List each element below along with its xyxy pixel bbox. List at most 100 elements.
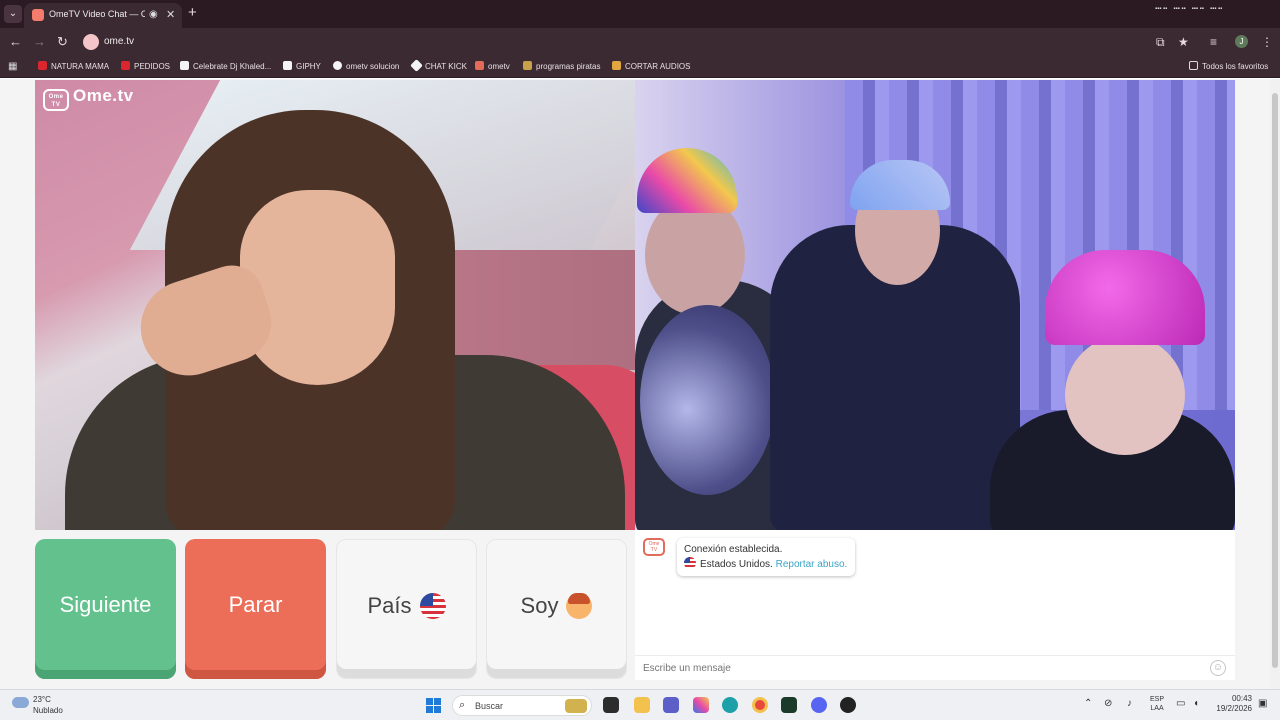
page-scrollbar[interactable] (1270, 79, 1280, 689)
bookmark-star-icon[interactable]: ★ (1178, 35, 1189, 49)
tab-close-icon[interactable]: ✕ (166, 8, 175, 21)
bookmark-item[interactable]: ometv solucion (333, 61, 399, 71)
temperature: 23°C (33, 695, 51, 704)
scrollbar-thumb[interactable] (1272, 93, 1278, 668)
party-hat (1045, 250, 1205, 345)
ometv-favicon-icon (32, 9, 44, 21)
taskbar: 23°C Nublado ⌕ Buscar ⌃ ⊘ ♪ ESP LAA ▭ ◖ … (0, 689, 1280, 720)
fps-stat-icon: ▪▪▪ ▪▪ (1155, 6, 1168, 12)
search-label: Buscar (475, 701, 504, 711)
gpu-stat-icon: ▪▪▪ ▪▪ (1173, 6, 1186, 12)
ometv-chat-icon: Ome TV (643, 538, 665, 556)
message-bar: ☺ (635, 655, 1235, 680)
bookmark-item[interactable]: PEDIDOS (121, 61, 170, 71)
taskbar-search[interactable]: ⌕ Buscar (452, 695, 592, 716)
kick-icon (410, 59, 423, 72)
ometv-icon (475, 61, 484, 70)
reading-list-icon[interactable]: ≡ (1210, 35, 1217, 49)
back-arrow-icon[interactable]: ← (9, 34, 22, 49)
profile-avatar[interactable]: J (1235, 35, 1248, 48)
apps-grid-icon[interactable]: ▦ (8, 61, 17, 72)
media-playing-icon[interactable]: ◉ (149, 9, 158, 20)
country-button-label: País (367, 593, 412, 618)
emoji-icon[interactable]: ☺ (1210, 660, 1226, 676)
country-line: Estados Unidos. Reportar abuso. (684, 557, 848, 572)
message-input[interactable] (643, 660, 1183, 676)
bookmark-item[interactable]: GIPHY (283, 61, 321, 71)
language-indicator[interactable]: ESP LAA (1150, 695, 1164, 713)
overlay-stats: ▪▪▪ ▪▪ ▪▪▪ ▪▪ ▪▪▪ ▪▪ ▪▪▪ ▪▪ (1155, 6, 1228, 12)
bookmark-item[interactable]: programas piratas (523, 61, 600, 71)
notification-icon[interactable]: ▣ (1258, 698, 1267, 709)
bookmark-item[interactable]: NATURA MAMA (38, 61, 109, 71)
forward-arrow-icon[interactable]: → (33, 34, 46, 49)
person-face (645, 195, 745, 315)
cpu-stat-icon: ▪▪▪ ▪▪ (1191, 6, 1204, 12)
gender-select-button[interactable]: Soy (486, 539, 627, 679)
menu-kebab-icon[interactable]: ⋮ (1261, 35, 1273, 49)
search-highlight-icon (565, 699, 587, 713)
edge-icon[interactable] (722, 697, 738, 713)
address-bar[interactable]: ome.tv (80, 31, 1140, 53)
cloud-icon[interactable] (12, 697, 29, 708)
clock[interactable]: 00:43 19/2/2026 (1212, 694, 1252, 714)
app-icon[interactable] (840, 697, 856, 713)
lat-stat-icon: ▪▪▪ ▪▪ (1209, 6, 1223, 12)
stop-button-label: Parar (228, 592, 283, 617)
us-flag-icon (684, 557, 696, 569)
tab-active[interactable]: OmeTV Video Chat — Omegle ◉ ✕ (24, 3, 182, 28)
ometv-logo: Ome TV Ome.tv (43, 86, 134, 111)
monitor-icon[interactable]: ▭ (1176, 698, 1185, 709)
bookmark-favicon-icon (121, 61, 130, 70)
connection-message: Conexión establecida. (684, 544, 783, 555)
bookmarks-bar: ▦ NATURA MAMA PEDIDOS Celebrate Dj Khale… (0, 56, 1280, 78)
country-text: Estados Unidos. (700, 559, 773, 570)
copilot-icon[interactable] (693, 697, 709, 713)
balloon (640, 305, 775, 495)
chat-panel: Ome TV Conexión establecida. Estados Unid… (635, 530, 1235, 680)
party-hat (637, 148, 737, 213)
google-icon (333, 61, 342, 70)
url-text[interactable]: ome.tv (104, 36, 134, 47)
local-video: Ome TV Ome.tv (35, 80, 635, 530)
speaker-icon[interactable]: ◖ (1193, 698, 1199, 709)
ap-icon (523, 61, 532, 70)
new-tab-button[interactable]: + (188, 4, 197, 21)
app-icon[interactable] (781, 697, 797, 713)
tab-strip: ⌄ OmeTV Video Chat — Omegle ◉ ✕ + ▪▪▪ ▪▪… (0, 0, 1280, 28)
discord-icon[interactable] (811, 697, 827, 713)
chrome-icon[interactable] (752, 697, 768, 713)
us-flag-icon (419, 593, 446, 619)
microphone-icon[interactable]: ♪ (1127, 698, 1132, 709)
browser-toolbar: ← → ↻ ome.tv ⧉ ★ ≡ ⋮ (0, 28, 1280, 56)
tab-search-button[interactable]: ⌄ (4, 5, 22, 23)
country-filter-button[interactable]: País (336, 539, 477, 679)
chevron-up-icon[interactable]: ⌃ (1084, 698, 1092, 709)
search-icon: ⌕ (459, 699, 466, 711)
install-app-icon[interactable]: ⧉ (1156, 35, 1165, 50)
windows-start-icon[interactable] (426, 698, 441, 713)
file-explorer-icon[interactable] (634, 697, 650, 713)
person-face (240, 190, 395, 385)
weather-widget[interactable]: 23°C Nublado (33, 694, 63, 716)
weather-condition: Nublado (33, 706, 63, 715)
task-view-icon[interactable] (603, 697, 619, 713)
document-icon (283, 61, 292, 70)
stop-button[interactable]: Parar (185, 539, 326, 679)
audio-icon (612, 61, 621, 70)
bookmark-item[interactable]: ometv (475, 61, 510, 71)
bookmark-item[interactable]: CORTAR AUDIOS (612, 61, 691, 71)
network-off-icon[interactable]: ⊘ (1104, 698, 1112, 709)
bookmark-item[interactable]: Celebrate Dj Khaled... (180, 61, 271, 71)
bookmark-item[interactable]: CHAT KICK (410, 59, 467, 72)
tv-logo-icon: Ome TV (43, 89, 69, 111)
next-button[interactable]: Siguiente (35, 539, 176, 679)
remote-video (635, 80, 1235, 530)
teams-icon[interactable] (663, 697, 679, 713)
site-info-icon[interactable] (83, 34, 99, 50)
bookmark-favicon-icon (38, 61, 47, 70)
system-message: Conexión establecida. Estados Unidos. Re… (677, 538, 855, 576)
report-abuse-link[interactable]: Reportar abuso. (776, 559, 848, 570)
reload-icon[interactable]: ↻ (57, 34, 68, 50)
all-bookmarks-folder[interactable]: Todos los favoritos (1189, 61, 1268, 71)
